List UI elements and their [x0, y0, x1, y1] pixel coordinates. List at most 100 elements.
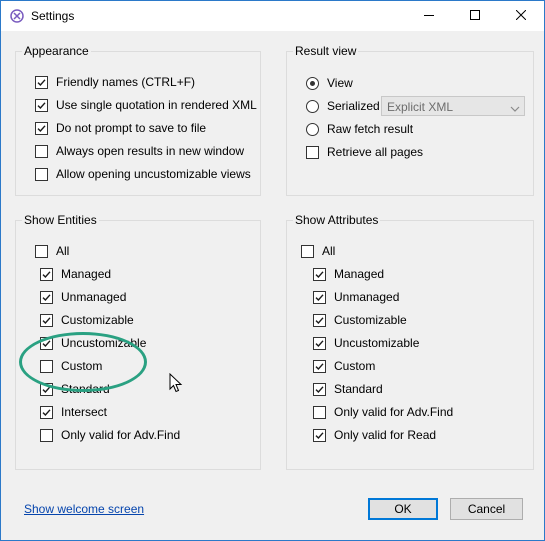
- checkbox-label: Only valid for Adv.Find: [61, 428, 181, 442]
- checkbox-box[interactable]: [301, 244, 314, 258]
- show-welcome-screen-link[interactable]: Show welcome screen: [24, 502, 144, 516]
- entity-checkbox-customizable[interactable]: Customizable: [40, 312, 134, 328]
- checkbox-box[interactable]: [306, 145, 319, 159]
- checkbox-box[interactable]: [40, 382, 53, 396]
- ok-button-label: OK: [394, 502, 412, 516]
- group-label: Result view: [293, 44, 359, 58]
- maximize-button[interactable]: [452, 1, 498, 31]
- checkbox-label: Intersect: [61, 405, 108, 419]
- checkbox-label: Always open results in new window: [56, 144, 245, 158]
- checkmark-icon: [42, 316, 51, 324]
- attribute-checkbox-custom[interactable]: Custom: [313, 358, 375, 374]
- radio-label: Raw fetch result: [327, 122, 414, 136]
- checkbox-uncustomizable-views[interactable]: Allow opening uncustomizable views: [35, 166, 251, 182]
- entity-checkbox-managed[interactable]: Managed: [40, 266, 111, 282]
- radio-button[interactable]: [306, 76, 319, 90]
- checkmark-icon: [315, 270, 324, 278]
- checkbox-label: Managed: [61, 267, 112, 281]
- serialized-format-select[interactable]: Explicit XML: [381, 96, 525, 116]
- checkbox-box[interactable]: [313, 428, 326, 442]
- checkmark-icon: [42, 339, 51, 347]
- checkbox-label: Do not prompt to save to file: [56, 121, 207, 135]
- checkbox-no-save-prompt[interactable]: Do not prompt to save to file: [35, 120, 206, 136]
- radio-raw-fetch[interactable]: Raw fetch result: [306, 121, 413, 137]
- checkmark-icon: [315, 385, 324, 393]
- checkbox-label: Customizable: [61, 313, 134, 327]
- checkmark-icon: [42, 270, 51, 278]
- settings-window: Settings Appearance Friendly names (CTRL…: [0, 0, 545, 541]
- checkmark-icon: [315, 339, 324, 347]
- appearance-group: Appearance Friendly names (CTRL+F) Use s…: [15, 44, 261, 196]
- checkbox-box[interactable]: [35, 144, 48, 158]
- checkbox-single-quotation[interactable]: Use single quotation in rendered XML: [35, 97, 257, 113]
- checkbox-box[interactable]: [40, 313, 53, 327]
- checkmark-icon: [315, 293, 324, 301]
- checkbox-box[interactable]: [313, 382, 326, 396]
- attribute-checkbox-uncustomizable[interactable]: Uncustomizable: [313, 335, 419, 351]
- app-icon: [10, 9, 24, 23]
- attribute-checkbox-unmanaged[interactable]: Unmanaged: [313, 289, 399, 305]
- checkbox-box[interactable]: [313, 336, 326, 350]
- radio-label: Serialized: [327, 99, 380, 113]
- entity-checkbox-all[interactable]: All: [35, 243, 69, 259]
- cancel-button[interactable]: Cancel: [450, 498, 523, 520]
- checkbox-label: Standard: [61, 382, 110, 396]
- close-button[interactable]: [498, 1, 544, 31]
- checkbox-box[interactable]: [313, 290, 326, 304]
- entity-checkbox-custom[interactable]: Custom: [40, 358, 102, 374]
- radio-button[interactable]: [306, 122, 319, 136]
- checkbox-box[interactable]: [35, 167, 48, 181]
- checkbox-friendly-names[interactable]: Friendly names (CTRL+F): [35, 74, 195, 90]
- attribute-checkbox-standard[interactable]: Standard: [313, 381, 383, 397]
- attribute-checkbox-read[interactable]: Only valid for Read: [313, 427, 436, 443]
- checkbox-box[interactable]: [35, 98, 48, 112]
- title-bar: Settings: [1, 1, 544, 31]
- checkmark-icon: [315, 362, 324, 370]
- checkmark-icon: [315, 316, 324, 324]
- checkbox-box[interactable]: [35, 121, 48, 135]
- checkbox-box[interactable]: [40, 290, 53, 304]
- window-title: Settings: [31, 9, 75, 23]
- radio-serialized[interactable]: Serialized: [306, 98, 380, 114]
- checkbox-box[interactable]: [313, 313, 326, 327]
- checkbox-label: Uncustomizable: [61, 336, 147, 350]
- show-entities-group: Show Entities All Managed Unmanaged Cust…: [15, 213, 261, 470]
- group-label: Show Attributes: [293, 213, 381, 227]
- entity-checkbox-uncustomizable[interactable]: Uncustomizable: [40, 335, 146, 351]
- ok-button[interactable]: OK: [368, 498, 438, 520]
- checkbox-box[interactable]: [40, 428, 53, 442]
- entity-checkbox-intersect[interactable]: Intersect: [40, 404, 107, 420]
- checkbox-box[interactable]: [40, 336, 53, 350]
- checkbox-box[interactable]: [313, 359, 326, 373]
- checkbox-box[interactable]: [313, 405, 326, 419]
- checkbox-retrieve-all[interactable]: Retrieve all pages: [306, 144, 423, 160]
- checkbox-label: Allow opening uncustomizable views: [56, 167, 251, 181]
- entity-checkbox-unmanaged[interactable]: Unmanaged: [40, 289, 126, 305]
- cancel-button-label: Cancel: [467, 502, 506, 516]
- radio-view[interactable]: View: [306, 75, 353, 91]
- chevron-down-icon: [510, 102, 520, 116]
- close-icon: [515, 9, 527, 23]
- checkbox-box[interactable]: [40, 359, 53, 373]
- checkbox-new-window[interactable]: Always open results in new window: [35, 143, 244, 159]
- checkmark-icon: [42, 385, 51, 393]
- entity-checkbox-standard[interactable]: Standard: [40, 381, 110, 397]
- checkbox-label: Retrieve all pages: [327, 145, 424, 159]
- checkmark-icon: [42, 408, 51, 416]
- attribute-checkbox-all[interactable]: All: [301, 243, 335, 259]
- radio-button[interactable]: [306, 99, 319, 113]
- checkbox-box[interactable]: [313, 267, 326, 281]
- entity-checkbox-adv-find[interactable]: Only valid for Adv.Find: [40, 427, 180, 443]
- attribute-checkbox-managed[interactable]: Managed: [313, 266, 384, 282]
- attribute-checkbox-customizable[interactable]: Customizable: [313, 312, 407, 328]
- checkbox-box[interactable]: [35, 244, 48, 258]
- checkbox-box[interactable]: [35, 75, 48, 89]
- checkbox-label: Only valid for Adv.Find: [334, 405, 454, 419]
- checkbox-label: All: [56, 244, 70, 258]
- checkbox-label: Custom: [61, 359, 103, 373]
- minimize-button[interactable]: [406, 1, 452, 31]
- checkbox-label: Unmanaged: [61, 290, 127, 304]
- checkbox-box[interactable]: [40, 267, 53, 281]
- checkbox-box[interactable]: [40, 405, 53, 419]
- attribute-checkbox-adv-find[interactable]: Only valid for Adv.Find: [313, 404, 453, 420]
